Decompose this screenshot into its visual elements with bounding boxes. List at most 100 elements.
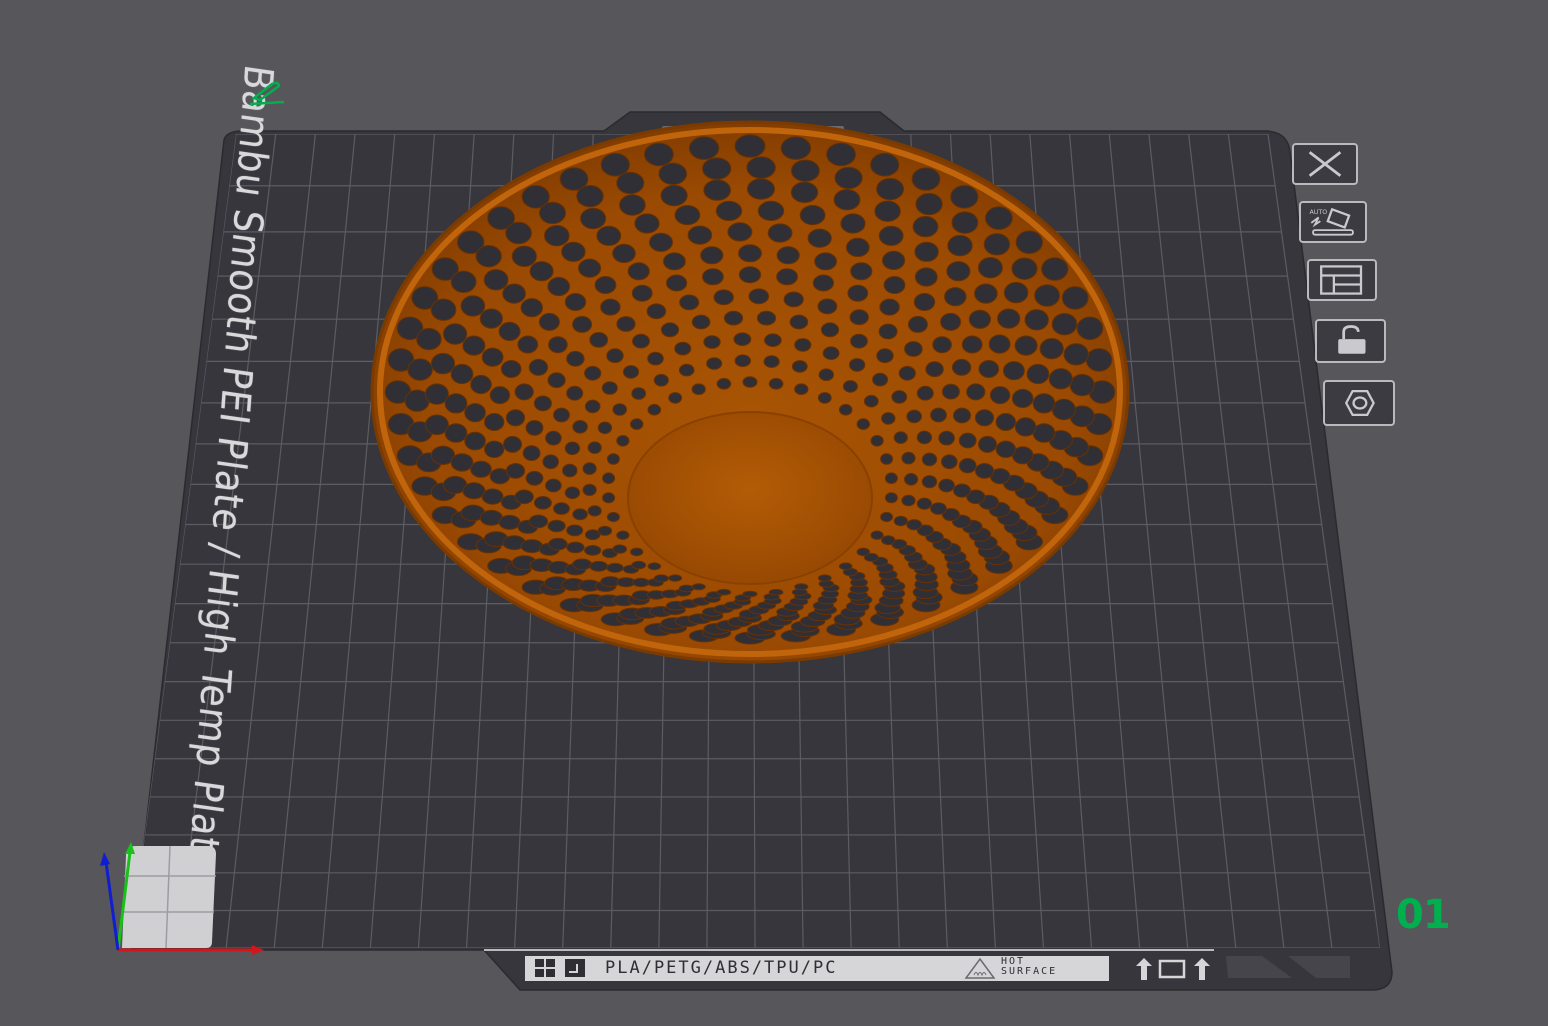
bowl-hole (616, 530, 630, 540)
bowl-hole (901, 451, 916, 465)
bowl-hole (978, 435, 997, 453)
bowl-hole (768, 378, 784, 390)
bowl-hole (1051, 313, 1078, 336)
bowl-hole (988, 334, 1011, 354)
bowl-hole (834, 166, 863, 190)
bowl-hole (631, 560, 647, 570)
bowl-hole (589, 560, 609, 572)
bowl-hole (564, 441, 581, 456)
bowl-hole (545, 478, 562, 493)
axis-view-cube[interactable] (96, 836, 276, 960)
bowl-hole (904, 341, 923, 357)
bowl-hole (444, 393, 468, 414)
bowl-hole (818, 368, 834, 382)
bowl-hole (794, 383, 809, 396)
bowl-hole (953, 483, 971, 498)
bowl-hole (520, 298, 543, 318)
bowl-hole (870, 435, 884, 447)
bowl-hole (822, 346, 840, 361)
bowl-hole (464, 431, 486, 451)
bowl-hole (789, 314, 809, 330)
bowl-hole (430, 352, 456, 375)
bowl-hole (734, 134, 766, 158)
bowl-hole (921, 452, 938, 467)
bowl-hole (914, 267, 938, 287)
bowl-hole (663, 252, 686, 271)
bowl-hole (589, 332, 609, 348)
bowl-hole (511, 245, 537, 267)
bowl-hole (974, 283, 998, 304)
bowl-hole (733, 332, 752, 347)
bowl-hole (649, 232, 673, 252)
bowl-hole (548, 537, 568, 551)
bowl-hole (838, 403, 853, 416)
bowl-hole (838, 562, 853, 571)
remove-plate-button[interactable] (1292, 143, 1358, 185)
bowl-hole (503, 435, 522, 453)
bowl-hole (874, 200, 901, 222)
bowl-hole (763, 355, 780, 368)
auto-orient-button[interactable]: AUTO (1299, 201, 1367, 243)
bowl-hole (462, 335, 486, 356)
bowl-hole (566, 385, 584, 401)
bowl-hole (545, 430, 562, 446)
bowl-hole (481, 347, 504, 367)
bowl-hole (647, 351, 664, 366)
bowl-model[interactable] (370, 120, 1130, 664)
bowl-hole (974, 409, 995, 427)
bowl-hole (584, 399, 601, 414)
bowl-hole (716, 588, 732, 596)
bowl-hole (674, 205, 701, 226)
bowl-hole (646, 303, 667, 320)
bowl-hole (989, 386, 1011, 405)
bowl-hole (914, 241, 939, 262)
bowl-hole (578, 258, 602, 278)
bowl-hole (542, 454, 560, 470)
bowl-hole (938, 478, 955, 493)
bowl-hole (932, 336, 952, 354)
bowl-hole (547, 276, 571, 297)
bowl-hole (958, 432, 977, 449)
bowl-hole (481, 488, 504, 505)
bowl-hole (700, 246, 724, 265)
edit-plate-name-icon[interactable] (248, 78, 288, 108)
bowl-hole (562, 463, 578, 478)
bowl-hole (723, 310, 744, 326)
bowl-hole (679, 294, 700, 311)
bowl-hole (600, 298, 621, 316)
bowl-hole (1032, 393, 1056, 414)
bowl-hole (807, 228, 832, 248)
plate-settings-button[interactable] (1323, 380, 1395, 426)
bowl-hole (444, 423, 468, 443)
bowl-hole (961, 335, 983, 354)
bowl-hole (572, 315, 593, 333)
bowl-hole (702, 268, 724, 286)
bowl-hole (951, 211, 979, 234)
bowl-hole (596, 225, 622, 246)
bowl-hole (616, 316, 636, 332)
bowl-hole (706, 357, 723, 370)
warning-triangle-icon (964, 957, 996, 979)
lock-plate-button[interactable] (1315, 319, 1386, 363)
bowl-hole (878, 225, 904, 246)
bowl-hole (687, 225, 713, 245)
bowl-hole (904, 473, 919, 486)
bowl-hole (893, 431, 908, 444)
bowl-hole (921, 475, 938, 489)
arrange-button[interactable] (1307, 259, 1377, 301)
lock-icon (1338, 325, 1366, 354)
bowl-hole (951, 358, 972, 376)
bowl-hole (634, 213, 660, 234)
3d-viewport[interactable]: Bambu Smooth PEI Plate / High Temp Plate… (0, 0, 1548, 1022)
bowl-hole (450, 453, 474, 472)
bowl-hole (1003, 281, 1029, 304)
bowl-hole (505, 409, 526, 427)
bowl-hole (674, 341, 692, 356)
bowl-hole (498, 514, 521, 530)
bowl-hole (500, 360, 522, 378)
supported-materials-text: PLA/PETG/ABS/TPU/PC (605, 958, 838, 978)
bowl-hole (584, 545, 602, 556)
bowl-hole (978, 360, 1000, 378)
bowl-hole (616, 171, 645, 195)
plate-orientation-icon (1136, 958, 1210, 980)
